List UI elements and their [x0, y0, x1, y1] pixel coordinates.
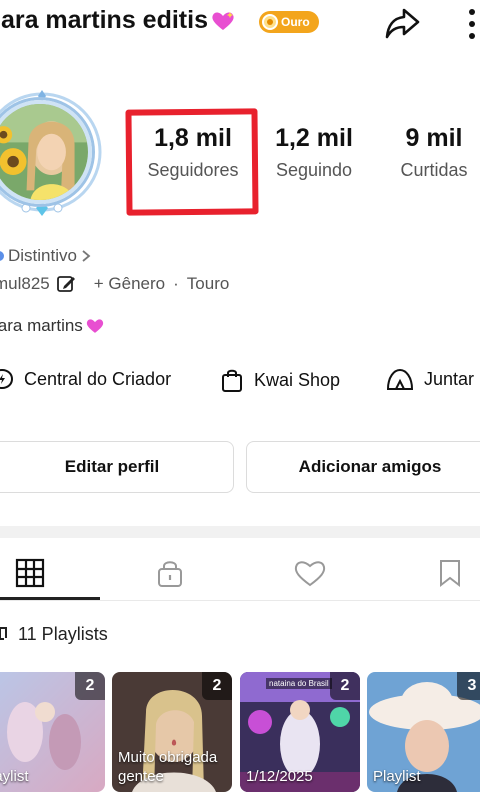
bio-text: lara martins — [0, 316, 83, 335]
playlist-thumbnail[interactable]: 3 Playlist — [367, 672, 480, 792]
playlist-caption: Playlist — [373, 768, 421, 785]
highlight-annotation-box — [125, 108, 259, 216]
distintivo-link[interactable]: Distintivo — [0, 246, 91, 266]
zodiac-sign[interactable]: Touro — [187, 274, 230, 294]
chevron-right-icon — [82, 250, 91, 262]
shortcut-label: Kwai Shop — [254, 369, 341, 390]
shortcut-label: Juntar — [424, 368, 475, 389]
likes-label: Curtidas — [400, 160, 468, 180]
likes-count: 9 mil — [405, 124, 463, 152]
playlist-thumbnail[interactable]: 2 Muito obrigada gentee — [112, 672, 232, 792]
playlist-count: 2 — [75, 672, 105, 700]
shortcut-kwai-shop[interactable]: Kwai Shop — [220, 367, 340, 393]
lock-icon — [158, 561, 182, 587]
playlist-count: 2 — [202, 672, 232, 700]
playlist-caption: laylist — [0, 768, 29, 785]
edit-icon[interactable] — [56, 274, 76, 294]
heart-outline-icon — [294, 561, 326, 587]
playlists-count: 11 Playlists — [18, 624, 108, 644]
gender-link[interactable]: + Gênero — [94, 274, 165, 294]
playlist-thumbnail[interactable]: 2 laylist — [0, 672, 105, 792]
playlist-thumbnail[interactable]: nataina do Brasil 2 1/12/2025 — [240, 672, 360, 792]
user-handle: mul825 — [0, 274, 50, 293]
playlists-header[interactable]: 11 Playlists — [0, 624, 108, 645]
profile-title: lara martins editis — [0, 6, 236, 35]
tent-icon — [386, 368, 414, 390]
share-arrow-icon[interactable] — [382, 4, 422, 42]
following-count: 1,2 mil — [275, 124, 353, 152]
grid-icon — [15, 558, 45, 588]
tabs-divider — [0, 600, 480, 601]
ouro-badge[interactable]: Ouro — [259, 11, 319, 33]
playlist-icon — [0, 626, 7, 640]
playlist-caption: Muito obrigada gentee — [118, 749, 218, 785]
shortcut-label: Central do Criador — [24, 368, 172, 389]
separator-dot: · — [173, 274, 179, 293]
following-label: Seguindo — [275, 160, 353, 180]
sparkling-heart-icon — [86, 319, 103, 333]
handle-row: mul825 + Gênero · Touro — [0, 274, 229, 294]
sparkling-heart-icon — [212, 12, 234, 31]
distintivo-label: Distintivo — [8, 246, 77, 265]
shortcut-creator-center[interactable]: Central do Criador — [0, 367, 171, 391]
tab-saved[interactable] — [390, 548, 480, 598]
tab-private[interactable] — [110, 548, 230, 598]
shortcut-join[interactable]: Juntar — [386, 367, 474, 391]
distintivo-dot-icon — [0, 251, 4, 261]
playlist-count: 2 — [330, 672, 360, 700]
section-divider — [0, 526, 480, 538]
profile-name: lara martins editis — [0, 6, 208, 34]
likes-stat[interactable]: 9 mil Curtidas — [380, 123, 480, 183]
medal-icon — [262, 14, 278, 30]
edit-profile-button[interactable]: Editar perfil — [0, 441, 234, 493]
avatar-frame[interactable] — [0, 88, 112, 224]
bookmark-icon — [440, 560, 460, 588]
playlist-count: 3 — [457, 672, 480, 700]
bio: lara martins — [0, 316, 105, 336]
add-friends-button[interactable]: Adicionar amigos — [246, 441, 480, 493]
shopping-bag-icon — [222, 369, 242, 392]
more-vertical-icon[interactable] — [462, 6, 480, 42]
tab-posts[interactable] — [0, 548, 90, 598]
chat-bubble-icon — [0, 368, 14, 390]
badge-label: Ouro — [281, 15, 310, 29]
thumbnail-tag: nataina do Brasil — [266, 678, 332, 689]
playlist-caption: 1/12/2025 — [246, 768, 313, 785]
tab-liked[interactable] — [250, 548, 370, 598]
following-stat[interactable]: 1,2 mil Seguindo — [250, 123, 378, 183]
